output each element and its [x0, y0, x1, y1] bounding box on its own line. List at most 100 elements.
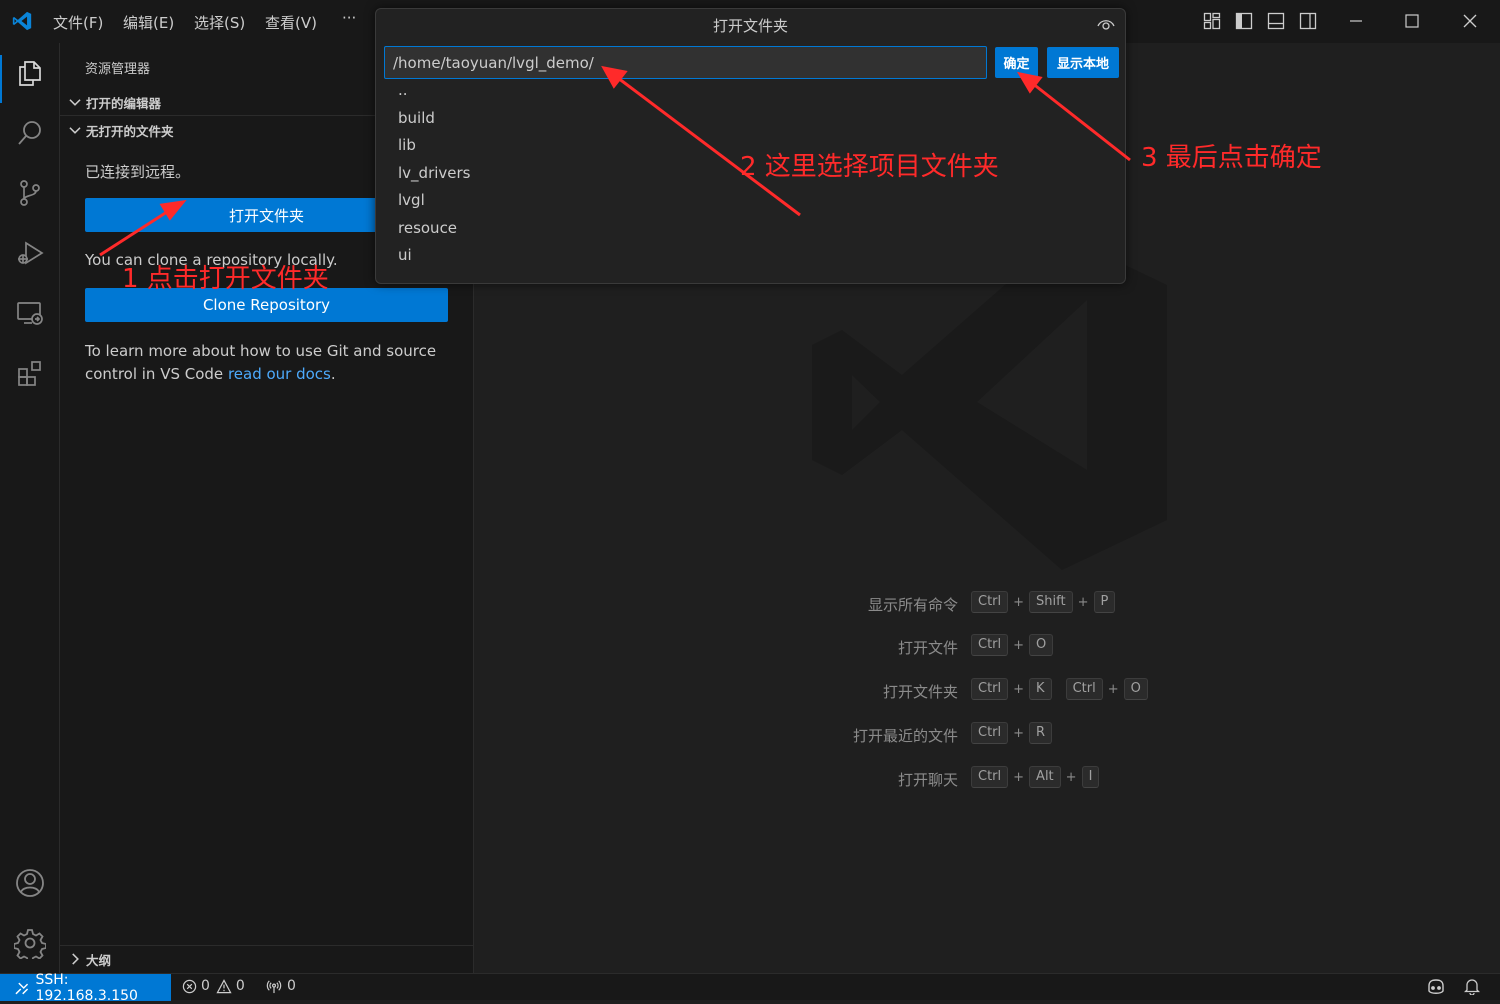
remote-icon — [15, 982, 29, 994]
learn-line1: To learn more about how to use Git and s… — [85, 342, 437, 360]
remote-label: SSH: 192.168.3.150 — [35, 971, 138, 1004]
menu-file[interactable]: 文件(F) — [53, 12, 103, 33]
keybinding-key: Alt — [1029, 766, 1061, 788]
keybinding-key: Ctrl — [971, 722, 1009, 744]
section-outline-label: 大纲 — [86, 952, 112, 968]
toggle-primary-sidebar-icon[interactable] — [1228, 6, 1260, 36]
maximize-icon[interactable] — [1396, 6, 1428, 36]
learn-more-text: To learn more about how to use Git and s… — [85, 340, 436, 386]
ok-button[interactable]: 确定 — [995, 47, 1038, 78]
toggle-secondary-sidebar-icon[interactable] — [1292, 6, 1324, 36]
dialog-title: 打开文件夹 — [712, 17, 788, 35]
menu-view[interactable]: 查看(V) — [265, 12, 317, 33]
broadcast-icon — [266, 979, 282, 993]
key-plus: + — [1013, 769, 1025, 785]
ports-count: 0 — [287, 978, 296, 994]
error-icon — [182, 979, 197, 993]
key-plus: + — [1065, 769, 1077, 785]
vscode-watermark-icon — [812, 235, 1172, 570]
ports-indicator[interactable]: 0 — [266, 978, 296, 994]
keybinding-key: I — [1081, 766, 1100, 788]
shortcut-row[interactable]: 打开文件 Ctrl + O — [780, 634, 1180, 658]
annotation-step2: 2 这里选择项目文件夹 — [740, 152, 999, 182]
key-plus: + — [1077, 594, 1089, 610]
copilot-icon[interactable] — [1426, 978, 1446, 996]
keybinding-key: K — [1029, 678, 1052, 700]
keybinding-key: P — [1093, 591, 1116, 613]
learn-line2: control in VS Code — [85, 365, 228, 383]
source-control-icon[interactable] — [12, 175, 48, 211]
keybinding-key: Ctrl — [971, 766, 1009, 788]
files-icon[interactable] — [12, 55, 48, 91]
warning-count: 0 — [235, 978, 245, 994]
shortcut-row[interactable]: 打开文件夹 Ctrl + K Ctrl + O — [780, 678, 1180, 702]
annotation-step1: 1 点击打开文件夹 — [122, 264, 329, 294]
folder-path-input[interactable] — [384, 46, 987, 79]
keybinding-key: Ctrl — [971, 634, 1009, 656]
folder-list-item[interactable]: ui — [398, 246, 412, 264]
shortcut-label: 打开文件夹 — [882, 683, 958, 701]
chevron-right-icon — [72, 953, 79, 965]
menu-selection[interactable]: 选择(S) — [194, 12, 245, 33]
active-indicator — [0, 55, 2, 103]
key-plus: + — [1013, 637, 1025, 653]
bell-icon[interactable] — [1464, 978, 1480, 995]
chevron-down-icon — [69, 99, 81, 106]
remote-indicator[interactable]: SSH: 192.168.3.150 — [0, 971, 171, 1004]
warning-icon — [216, 978, 232, 993]
read-docs-link[interactable]: read our docs — [228, 365, 331, 383]
minimize-icon[interactable] — [1340, 6, 1372, 36]
extensions-icon[interactable] — [12, 355, 48, 391]
keybinding-key: R — [1029, 722, 1053, 744]
section-open-editors-label: 打开的编辑器 — [86, 95, 162, 111]
error-count: 0 — [201, 978, 210, 994]
run-debug-icon[interactable] — [12, 235, 48, 271]
folder-list-item[interactable]: lib — [398, 136, 416, 154]
status-bar: SSH: 192.168.3.150 0 0 0 — [0, 971, 1500, 1004]
shortcut-row[interactable]: 打开最近的文件 Ctrl + R — [780, 722, 1180, 746]
shortcut-label: 打开最近的文件 — [852, 727, 958, 745]
toggle-panel-icon[interactable] — [1260, 6, 1292, 36]
keybinding-key: Ctrl — [1065, 678, 1103, 700]
annotation-step3: 3 最后点击确定 — [1141, 143, 1322, 173]
folder-list-item[interactable]: .. — [398, 81, 408, 99]
keybinding-key: Ctrl — [971, 591, 1009, 613]
shortcut-keys: Ctrl + Alt + I — [971, 766, 1100, 788]
problems-indicator[interactable]: 0 0 — [182, 978, 245, 994]
shortcut-keys: Ctrl + R — [971, 722, 1053, 744]
shortcut-label: 打开聊天 — [897, 771, 958, 789]
shortcut-keys: Ctrl + K Ctrl + O — [971, 678, 1148, 700]
keybinding-key: Shift — [1029, 591, 1073, 613]
key-plus: + — [1013, 594, 1025, 610]
keybinding-key: O — [1123, 678, 1148, 700]
activity-bar — [0, 43, 60, 973]
section-outline[interactable]: 大纲 — [66, 946, 466, 972]
chevron-down-icon — [69, 127, 81, 134]
connected-message: 已连接到远程。 — [85, 163, 191, 181]
gear-icon[interactable] — [12, 925, 48, 961]
folder-list-item[interactable]: resouce — [398, 219, 457, 237]
key-plus: + — [1013, 681, 1025, 697]
keybinding-key: O — [1029, 634, 1054, 656]
shortcut-row[interactable]: 打开聊天 Ctrl + Alt + I — [780, 766, 1180, 790]
folder-list-item[interactable]: lv_drivers — [398, 164, 471, 182]
menu-edit[interactable]: 编辑(E) — [123, 12, 174, 33]
folder-list-item[interactable]: lvgl — [398, 191, 425, 209]
customize-layout-icon[interactable] — [1196, 6, 1228, 36]
menu-more[interactable]: ··· — [342, 9, 356, 27]
remote-explorer-icon[interactable] — [12, 295, 48, 331]
key-plus: + — [1013, 725, 1025, 741]
learn-end: . — [330, 365, 336, 383]
sidebar-title: 资源管理器 — [85, 62, 151, 77]
eye-icon[interactable] — [1097, 17, 1115, 31]
show-local-button[interactable]: 显示本地 — [1047, 47, 1119, 78]
vscode-logo-icon — [11, 10, 33, 32]
shortcut-label: 显示所有命令 — [867, 596, 958, 614]
shortcut-keys: Ctrl + Shift + P — [971, 591, 1116, 613]
shortcut-row[interactable]: 显示所有命令 Ctrl + Shift + P — [780, 591, 1180, 615]
shortcut-keys: Ctrl + O — [971, 634, 1054, 656]
close-icon[interactable] — [1454, 6, 1486, 36]
folder-list-item[interactable]: build — [398, 109, 435, 127]
account-icon[interactable] — [12, 865, 48, 901]
search-icon[interactable] — [12, 115, 48, 151]
